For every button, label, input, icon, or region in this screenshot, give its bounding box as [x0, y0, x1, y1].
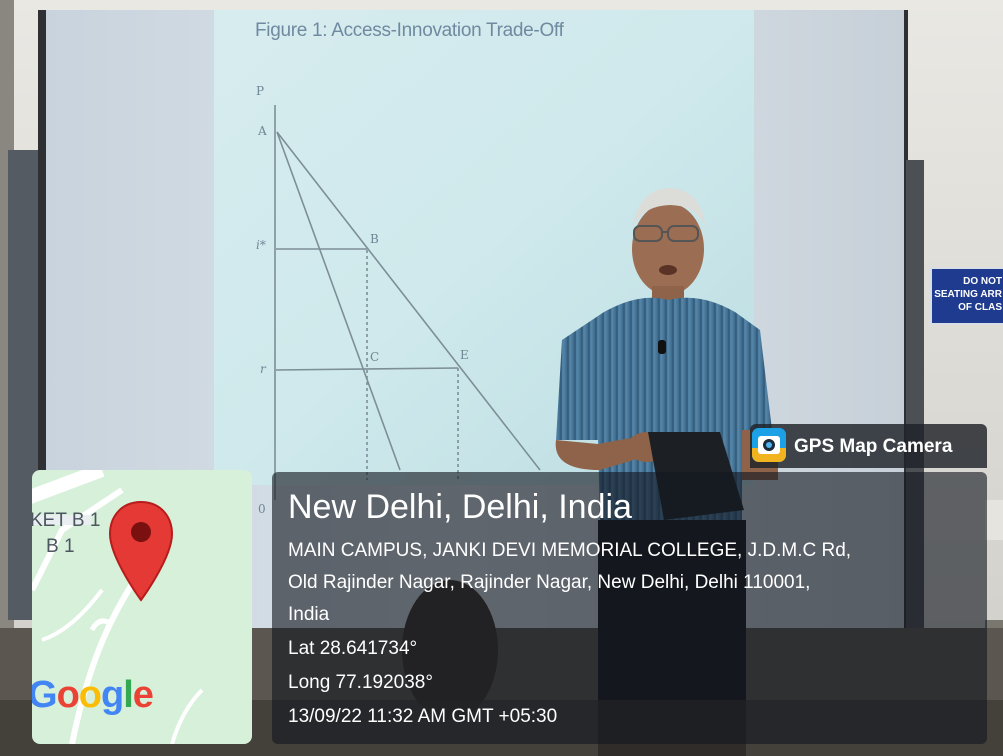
- slide-i-star-label: i*: [256, 238, 266, 252]
- slide-point-a-label: A: [258, 124, 267, 138]
- longitude-value: Long 77.192038°: [288, 672, 433, 693]
- address-line-2: Old Rajinder Nagar, Rajinder Nagar, New …: [288, 572, 811, 593]
- slide-r-label: r: [260, 362, 266, 376]
- slide-point-c-label: C: [370, 350, 380, 364]
- wall-notice-sign: DO NOT SEATING ARR OF CLAS: [930, 267, 1003, 325]
- address-line-3: India: [288, 604, 330, 625]
- slide-axis-p-label: P: [256, 84, 265, 98]
- map-road-label-1: KET B 1: [32, 510, 101, 531]
- location-pin-icon: [108, 500, 174, 602]
- map-thumbnail: KET B 1 B 1 Google: [32, 470, 252, 744]
- slide-point-b-label: B: [370, 232, 379, 246]
- timestamp-value: 13/09/22 11:32 AM GMT +05:30: [288, 706, 558, 727]
- wall-sign-line-1: DO NOT: [963, 276, 1002, 287]
- slide-title: Figure 1: Access-Innovation Trade-Off: [255, 20, 564, 41]
- map-road-label-2: B 1: [46, 536, 75, 557]
- google-logo-letter: o: [78, 674, 102, 716]
- google-logo-letter: g: [101, 674, 124, 716]
- google-logo: Google: [32, 674, 154, 717]
- google-logo-letter: o: [56, 674, 80, 716]
- slide-point-e-label: E: [460, 348, 469, 362]
- gps-map-camera-app-icon: [752, 428, 786, 462]
- google-logo-letter: G: [32, 674, 58, 716]
- google-logo-text: Google: [32, 674, 154, 716]
- location-title: New Delhi, Delhi, India: [288, 488, 632, 526]
- wall-sign-line-3: OF CLAS: [958, 302, 1002, 313]
- address-line-1: MAIN CAMPUS, JANKI DEVI MEMORIAL COLLEGE…: [288, 540, 852, 561]
- wall-sign-line-2: SEATING ARR: [934, 289, 1002, 300]
- latitude-value: Lat 28.641734°: [288, 638, 418, 659]
- slide-origin-label: 0: [258, 502, 266, 516]
- google-logo-letter: e: [132, 674, 154, 716]
- google-logo-letter: l: [123, 674, 134, 716]
- app-name-label: GPS Map Camera: [794, 436, 953, 457]
